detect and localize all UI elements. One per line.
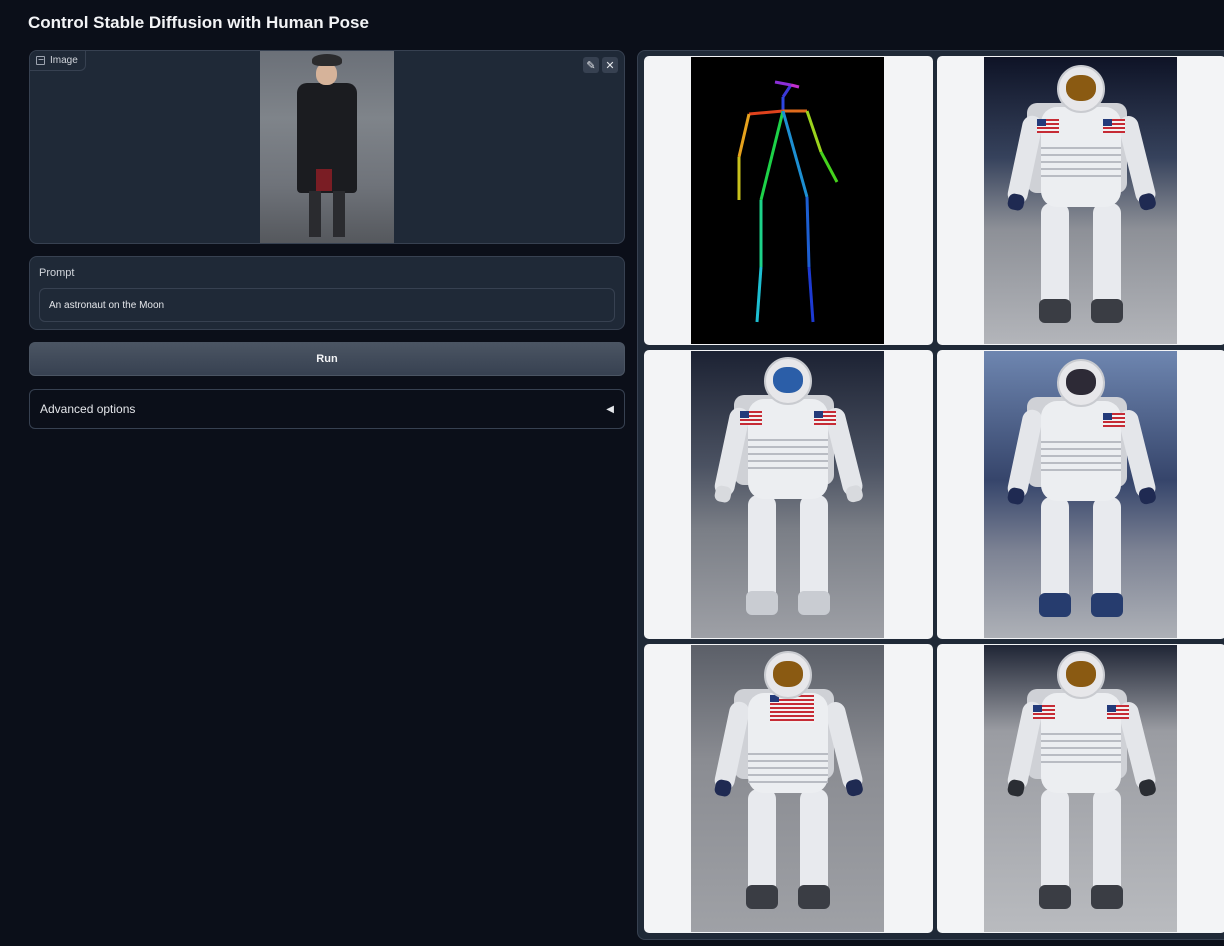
gallery-item-pose[interactable] [644,56,933,345]
output-gallery [637,50,1224,940]
advanced-options-accordion[interactable]: Advanced options ◀ [29,389,625,429]
input-photo [260,51,394,243]
close-icon[interactable]: ✕ [602,57,618,73]
astronaut-image-3 [691,351,884,638]
pencil-icon[interactable]: ✎ [583,57,599,73]
gallery-item-6[interactable] [937,644,1224,933]
pose-skeleton-icon [737,80,839,323]
image-icon [36,56,45,65]
gallery-item-2[interactable] [937,56,1224,345]
page-title: Control Stable Diffusion with Human Pose [28,13,369,32]
pose-skeleton-image [691,57,884,344]
prompt-input[interactable] [39,288,615,322]
astronaut-image-2 [984,57,1177,344]
image-label: Image [30,51,86,71]
image-label-text: Image [50,55,78,66]
gallery-item-5[interactable] [644,644,933,933]
run-button[interactable]: Run [29,342,625,376]
prompt-label: Prompt [39,267,75,279]
astronaut-image-6 [984,645,1177,932]
prompt-block: Prompt [29,256,625,330]
astronaut-image-4 [984,351,1177,638]
advanced-options-label: Advanced options [40,402,136,416]
gallery-item-4[interactable] [937,350,1224,639]
image-tools: ✎ ✕ [583,57,618,73]
caret-left-icon: ◀ [606,403,614,415]
gallery-item-3[interactable] [644,350,933,639]
astronaut-image-5 [691,645,884,932]
image-input[interactable]: Image ✎ ✕ [29,50,625,244]
